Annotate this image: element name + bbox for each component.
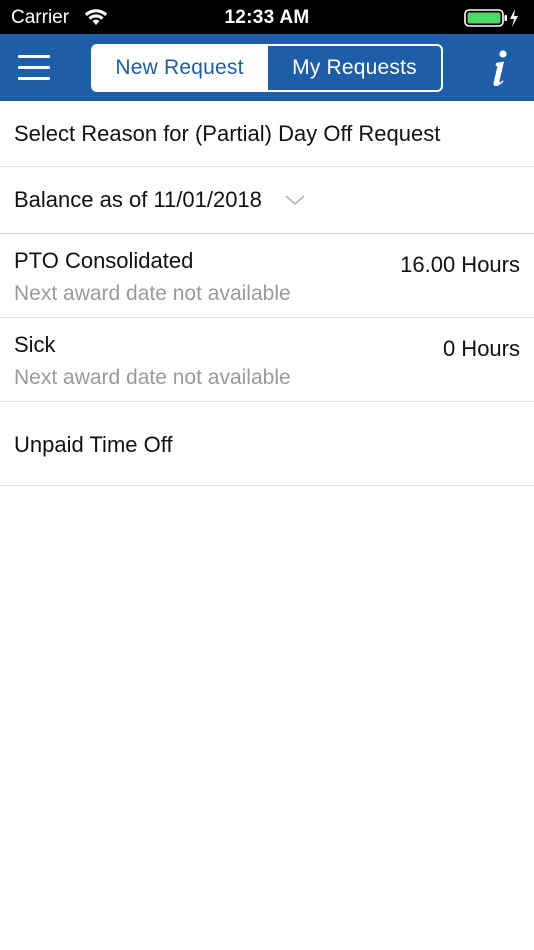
leave-type-pto-consolidated[interactable]: PTO Consolidated 16.00 Hours Next award …	[0, 234, 534, 318]
status-bar: Carrier 12:33 AM	[0, 0, 534, 34]
leave-type-sick[interactable]: Sick 0 Hours Next award date not availab…	[0, 318, 534, 402]
balance-date-dropdown[interactable]: Balance as of 11/01/2018	[0, 167, 534, 234]
hamburger-menu-icon[interactable]	[16, 51, 54, 85]
leave-type-hours: 16.00 Hours	[400, 252, 520, 277]
battery-charging-icon	[464, 8, 520, 34]
request-tabs: New Request My Requests	[91, 44, 443, 92]
leave-type-name: PTO Consolidated	[14, 248, 194, 273]
reason-heading: Select Reason for (Partial) Day Off Requ…	[0, 101, 534, 167]
leave-type-name: Sick	[14, 332, 56, 357]
tab-my-requests[interactable]: My Requests	[266, 46, 441, 90]
leave-type-hours: 0 Hours	[442, 336, 520, 361]
chevron-down-icon	[284, 194, 306, 206]
clock: 12:33 AM	[224, 7, 310, 28]
tab-new-request[interactable]: New Request	[93, 46, 266, 90]
leave-type-name: Unpaid Time Off	[14, 432, 173, 457]
page-title: Select Reason for (Partial) Day Off Requ…	[14, 120, 441, 146]
nav-bar: New Request My Requests	[0, 34, 534, 101]
info-icon[interactable]	[488, 46, 512, 90]
leave-type-note: Next award date not available	[14, 282, 291, 305]
leave-type-unpaid-time-off[interactable]: Unpaid Time Off	[0, 402, 534, 486]
balance-label: Balance as of 11/01/2018	[14, 187, 262, 212]
leave-type-note: Next award date not available	[14, 366, 291, 389]
